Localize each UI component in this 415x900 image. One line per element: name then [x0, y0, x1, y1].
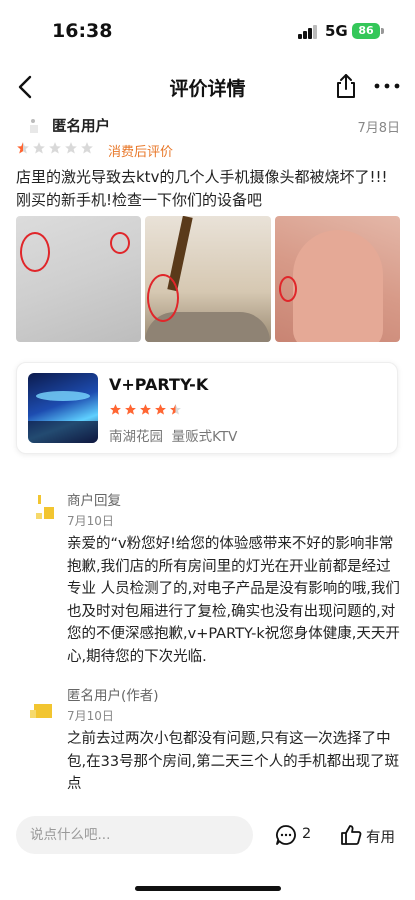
star-icon: [49, 142, 61, 154]
review-text: 店里的激光导致去ktv的几个人手机摄像头都被烧坏了!!!刚买的新手机!检查一下你…: [16, 168, 388, 209]
reviewer-name[interactable]: 匿名用户: [52, 115, 110, 136]
merchant-avatar[interactable]: [30, 495, 56, 521]
reply-text: 之前去过两次小包都没有问题,只有这一次选择了中包,在33号那个房间,第二天三个人…: [67, 731, 400, 792]
share-icon[interactable]: [333, 72, 359, 100]
shop-area: 南湖花园: [109, 429, 163, 445]
star-icon: [17, 142, 29, 154]
shop-stars: [109, 403, 182, 416]
comment-count: 2: [302, 826, 312, 842]
photo-object: [292, 230, 383, 342]
status-time: 16:38: [52, 20, 113, 42]
red-circle-mark: [110, 232, 130, 254]
reply-text: 亲爱的“v粉您好!给您的体验感带来不好的影响非常抱歉,我们店的所有房间里的灯光在…: [67, 536, 400, 665]
review-photo[interactable]: [145, 216, 271, 342]
reply-date: 7月10日: [67, 709, 114, 723]
review-date: 7月8日: [357, 121, 400, 136]
consume-tag: 消费后评价: [108, 145, 174, 160]
review-photos: [16, 216, 400, 342]
author-avatar[interactable]: [30, 698, 56, 724]
review-photo[interactable]: [274, 216, 400, 342]
home-indicator: [135, 886, 281, 891]
shop-category: 量贩式KTV: [171, 429, 238, 445]
star-icon: [155, 404, 166, 415]
star-icon: [125, 404, 136, 415]
comment-input[interactable]: [16, 816, 253, 854]
review-photo[interactable]: [16, 216, 142, 342]
star-icon: [65, 142, 77, 154]
shop-name: V+PARTY-K: [109, 375, 209, 394]
useful-button[interactable]: 有用: [340, 824, 400, 848]
signal-icon: [298, 25, 318, 39]
shop-meta: 南湖花园 量贩式KTV: [109, 425, 237, 445]
useful-label: 有用: [366, 830, 395, 846]
network-label: 5G: [325, 22, 348, 40]
battery-tip: [381, 28, 384, 34]
battery-icon: 86: [352, 23, 380, 39]
thumbs-up-icon: [341, 825, 362, 845]
nav-bar: 评价详情: [0, 66, 415, 108]
star-icon: [33, 142, 45, 154]
status-bar: 16:38 5G 86: [0, 0, 415, 60]
red-circle-mark: [278, 276, 297, 302]
star-icon: [170, 404, 181, 415]
user-avatar[interactable]: [16, 116, 42, 136]
review-rating-row: 消费后评价: [16, 140, 316, 160]
shop-card[interactable]: V+PARTY-K 南湖花园 量贩式KTV: [16, 362, 398, 454]
merchant-reply: 商户回复 7月10日 亲爱的“v粉您好!给您的体验感带来不好的影响非常抱歉,我们…: [16, 489, 400, 665]
reply-name: 匿名用户(作者): [67, 688, 159, 704]
star-icon: [81, 142, 93, 154]
more-options-icon[interactable]: [372, 76, 402, 96]
red-circle-mark: [20, 232, 50, 272]
shop-thumbnail: [28, 373, 98, 443]
comment-icon: [276, 825, 296, 845]
reply-date: 7月10日: [67, 514, 114, 528]
bottom-bar: 2 有用: [0, 814, 415, 858]
star-icon: [140, 404, 151, 415]
star-icon: [110, 404, 121, 415]
reply-name: 商户回复: [67, 493, 121, 509]
review-stars: [16, 141, 94, 155]
author-reply: 匿名用户(作者) 7月10日 之前去过两次小包都没有问题,只有这一次选择了中包,…: [16, 684, 400, 794]
review-header: 匿名用户 7月8日: [16, 114, 400, 136]
